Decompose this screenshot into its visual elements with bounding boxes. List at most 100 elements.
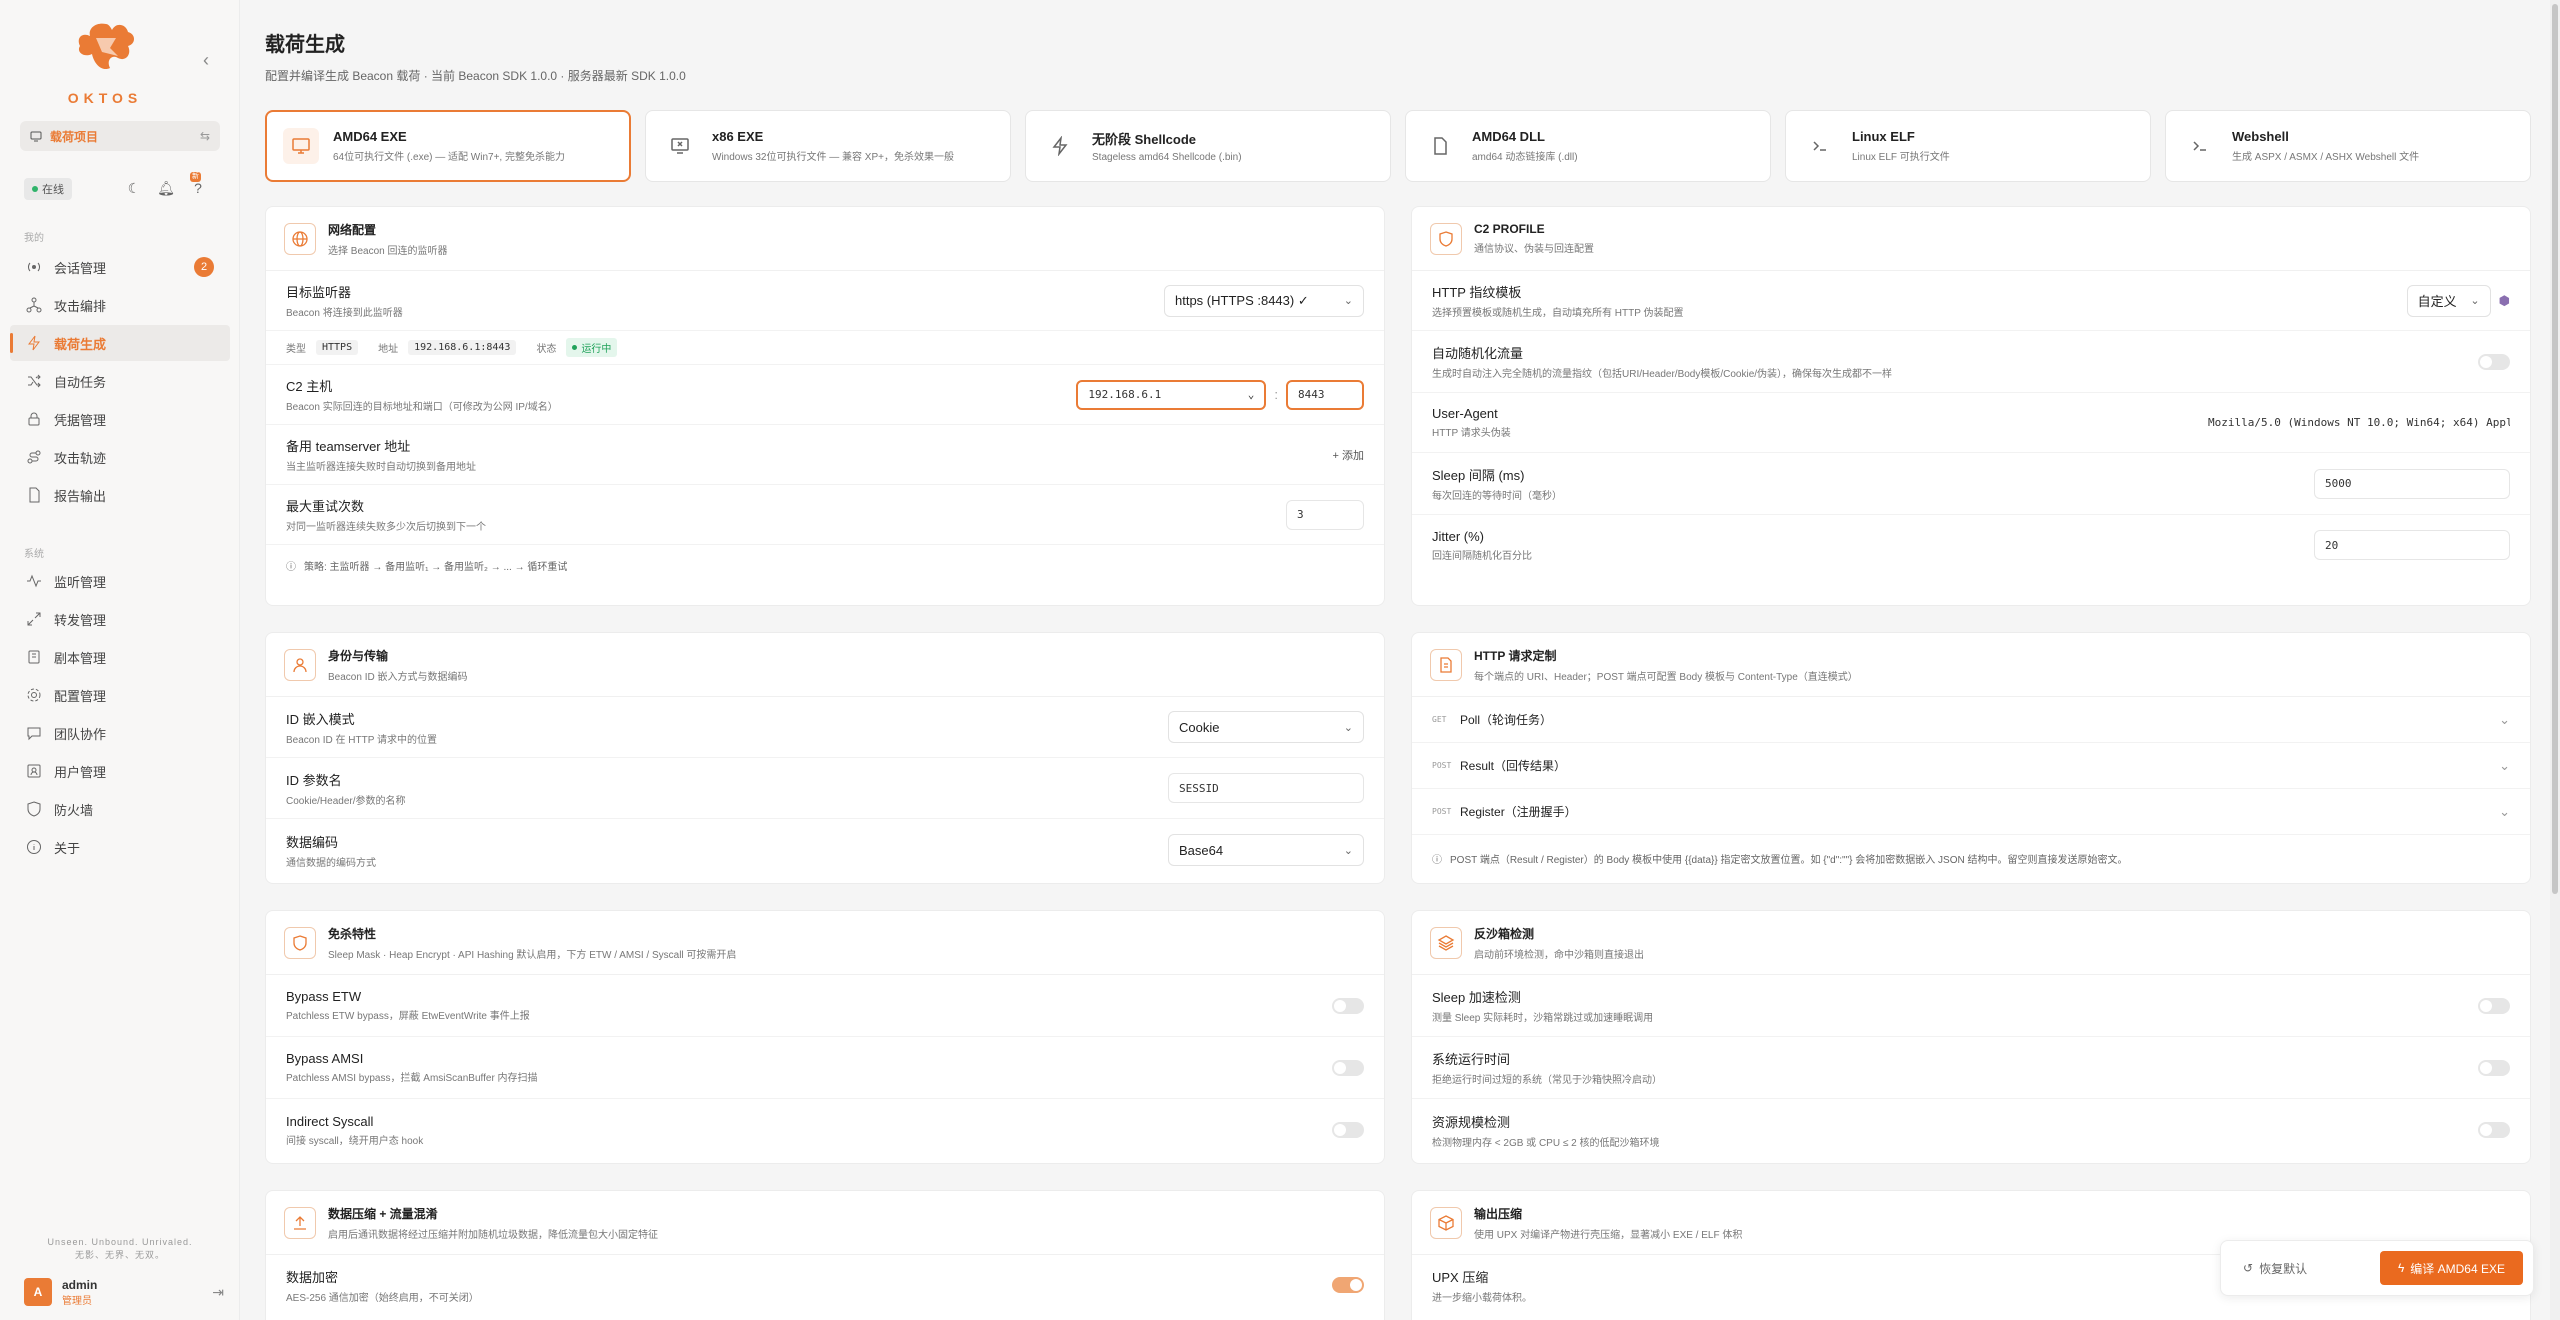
field-label: 数据加密 bbox=[286, 1269, 339, 1285]
resource-toggle[interactable] bbox=[2478, 1122, 2510, 1138]
page-subtitle: 配置并编译生成 Beacon 载荷 · 当前 Beacon SDK 1.0.0 … bbox=[265, 69, 686, 83]
field-label: 自动随机化流量 bbox=[1432, 346, 1524, 361]
payload-type-x86-exe[interactable]: x86 EXE Windows 32位可执行文件 — 兼容 XP+，免杀效果一般 bbox=[645, 110, 1011, 182]
nav-auto-tasks[interactable]: 自动任务 bbox=[10, 363, 230, 399]
nav-payload-generation[interactable]: 载荷生成 bbox=[10, 325, 230, 361]
sleep-accel-toggle[interactable] bbox=[2478, 997, 2510, 1014]
id-param-input[interactable]: SESSID bbox=[1168, 773, 1364, 803]
id-mode-row: ID 嵌入模式 Beacon ID 在 HTTP 请求中的位置 Cookie ⌄ bbox=[266, 697, 1384, 758]
field-sub: AES-256 通信加密（始终启用，不可关闭） bbox=[286, 1292, 479, 1304]
help-icon[interactable]: ? bbox=[188, 178, 208, 198]
chevron-down-icon: ⌄ bbox=[2470, 295, 2480, 307]
field-sub: 每次回连的等待时间（毫秒） bbox=[1432, 491, 1562, 502]
listener-select[interactable]: https (HTTPS :8443) ✓ ⌄ bbox=[1164, 284, 1364, 317]
card-subtitle: Sleep Mask · Heap Encrypt · API Hashing … bbox=[328, 949, 737, 961]
collapse-sidebar-icon[interactable]: ‹ bbox=[198, 51, 214, 69]
template-select[interactable]: 自定义 ⌄ bbox=[2406, 284, 2491, 317]
nav-users[interactable]: 用户管理 bbox=[10, 753, 230, 789]
broadcast-icon bbox=[24, 257, 44, 277]
bypass-etw-row: Bypass ETW Patchless ETW bypass，屏蔽 EtwEve… bbox=[266, 975, 1384, 1037]
terminal-icon bbox=[2182, 128, 2218, 164]
endpoint-row-result[interactable]: POST Result（回传结果） ⌄ bbox=[1412, 743, 2530, 789]
lock-icon bbox=[24, 409, 44, 429]
nav-sessions[interactable]: 会话管理 2 bbox=[10, 249, 230, 285]
nav-label: 凭据管理 bbox=[54, 412, 107, 428]
payload-type-desc: amd64 动态链接库 (.dll) bbox=[1472, 152, 1578, 163]
nav-team[interactable]: 团队协作 bbox=[10, 715, 230, 751]
chevron-down-icon: ⌄ bbox=[1343, 295, 1353, 307]
card-title: 网络配置 bbox=[328, 222, 377, 237]
nav-section-label: 系统 bbox=[24, 549, 44, 560]
activity-icon bbox=[24, 571, 44, 591]
project-selector[interactable]: 载荷项目 ⇆ bbox=[20, 121, 220, 151]
shield-icon bbox=[1430, 222, 1462, 255]
field-label: Indirect Syscall bbox=[286, 1113, 374, 1129]
c2-port-input[interactable]: 8443 bbox=[1286, 379, 1364, 410]
nav-attack-orchestration[interactable]: 攻击编排 bbox=[10, 287, 230, 323]
jitter-input[interactable]: 20 bbox=[2314, 530, 2510, 560]
field-label: C2 主机 bbox=[286, 379, 333, 394]
endpoint-row-poll[interactable]: GET Poll（轮询任务） ⌄ bbox=[1412, 697, 2530, 743]
reset-button[interactable]: ↺ 恢复默认 bbox=[2231, 1251, 2319, 1285]
theme-moon-icon[interactable]: ☾ bbox=[124, 178, 144, 198]
compile-button[interactable]: ϟ 编译 AMD64 EXE bbox=[2379, 1251, 2523, 1285]
brand-logo bbox=[78, 23, 134, 70]
nav-label: 会话管理 bbox=[54, 260, 107, 276]
scrollbar-thumb[interactable] bbox=[2552, 4, 2558, 894]
nav-config[interactable]: 配置管理 bbox=[10, 677, 230, 713]
field-sub: 生成时自动注入完全随机的流量指纹（包括URI/Header/Body模板/Coo… bbox=[1432, 369, 1893, 380]
field-label: 系统运行时间 bbox=[1432, 1052, 1511, 1067]
logout-icon[interactable]: ⇥ bbox=[212, 1284, 224, 1301]
nav-firewall[interactable]: 防火墙 bbox=[10, 791, 230, 827]
nav-attack-trace[interactable]: 攻击轨迹 bbox=[10, 439, 230, 475]
bypass-etw-toggle[interactable] bbox=[1332, 997, 1364, 1014]
payload-type-shellcode[interactable]: 无阶段 Shellcode Stageless amd64 Shellcode (… bbox=[1025, 110, 1391, 182]
dice-icon[interactable]: ⬢ bbox=[2499, 293, 2510, 309]
bell-icon[interactable]: 🔔︎ bbox=[156, 178, 176, 198]
bypass-amsi-toggle[interactable] bbox=[1332, 1059, 1364, 1076]
field-sub: 测量 Sleep 实际耗时，沙箱常跳过或加速睡眠调用 bbox=[1432, 1013, 1654, 1024]
endpoint-row-register[interactable]: POST Register（注册握手） ⌄ bbox=[1412, 789, 2530, 835]
payload-type-amd64-dll[interactable]: AMD64 DLL amd64 动态链接库 (.dll) bbox=[1405, 110, 1771, 182]
shield-icon bbox=[24, 799, 44, 819]
nav-forwarding[interactable]: 转发管理 bbox=[10, 601, 230, 637]
payload-type-desc: Linux ELF 可执行文件 bbox=[1852, 152, 1950, 163]
payload-type-amd64-exe[interactable]: AMD64 EXE 64位可执行文件 (.exe) — 适配 Win7+, 完整免… bbox=[265, 110, 631, 182]
nav-label: 关于 bbox=[54, 840, 81, 856]
nav-listeners[interactable]: 监听管理 bbox=[10, 563, 230, 599]
nav-about[interactable]: 关于 bbox=[10, 829, 230, 865]
field-label: 最大重试次数 bbox=[286, 499, 365, 514]
template-row: HTTP 指纹模板 选择预置模板或随机生成，自动填充所有 HTTP 伪装配置 自定… bbox=[1412, 271, 2530, 331]
card-title: 输出压缩 bbox=[1474, 1206, 1523, 1221]
ua-row: User-Agent HTTP 请求头伪装 Mozilla/5.0 (Window… bbox=[1412, 393, 2530, 453]
indirect-syscall-toggle[interactable] bbox=[1332, 1122, 1364, 1138]
user-agent-input[interactable]: Mozilla/5.0 (Windows NT 10.0; Win64; x64… bbox=[2198, 408, 2510, 438]
add-backup-button[interactable]: + 添加 bbox=[1333, 447, 1364, 463]
file-icon bbox=[1422, 128, 1458, 164]
payload-type-desc: 生成 ASPX / ASMX / ASHX Webshell 文件 bbox=[2232, 152, 2420, 163]
nav-label: 自动任务 bbox=[54, 374, 107, 390]
field-sub: 通信数据的编码方式 bbox=[286, 857, 376, 869]
nav-credentials[interactable]: 凭据管理 bbox=[10, 401, 230, 437]
payload-type-webshell[interactable]: Webshell 生成 ASPX / ASMX / ASHX Webshell 文… bbox=[2165, 110, 2531, 182]
nav-label: 监听管理 bbox=[54, 574, 107, 590]
field-label: Sleep 间隔 (ms) bbox=[1432, 468, 1525, 483]
nav-reports[interactable]: 报告输出 bbox=[10, 477, 230, 513]
retry-input[interactable]: 3 bbox=[1286, 499, 1364, 530]
sleep-input[interactable]: 5000 bbox=[2314, 468, 2510, 499]
random-traffic-toggle[interactable] bbox=[2478, 353, 2510, 370]
chevron-down-icon: ⌄ bbox=[2499, 711, 2510, 727]
jitter-row: Jitter (%) 回连间隔随机化百分比 20 bbox=[1412, 515, 2530, 575]
field-label: ID 嵌入模式 bbox=[286, 711, 355, 727]
scrollbar[interactable] bbox=[2550, 0, 2560, 1320]
encoding-select[interactable]: Base64 ⌄ bbox=[1168, 834, 1364, 866]
c2-host-select[interactable]: 192.168.6.1 ⌄ bbox=[1076, 379, 1267, 410]
payload-type-desc: Windows 32位可执行文件 — 兼容 XP+，免杀效果一般 bbox=[712, 152, 954, 163]
id-mode-select[interactable]: Cookie ⌄ bbox=[1168, 711, 1364, 743]
shield-icon bbox=[284, 926, 316, 959]
uptime-toggle[interactable] bbox=[2478, 1059, 2510, 1076]
payload-type-linux-elf[interactable]: Linux ELF Linux ELF 可执行文件 bbox=[1785, 110, 2151, 182]
nav-playbooks[interactable]: 剧本管理 bbox=[10, 639, 230, 675]
bypass-amsi-row: Bypass AMSI Patchless AMSI bypass，拦截 Amsi… bbox=[266, 1037, 1384, 1099]
endpoint-label: Register（注册握手） bbox=[1460, 805, 1577, 819]
